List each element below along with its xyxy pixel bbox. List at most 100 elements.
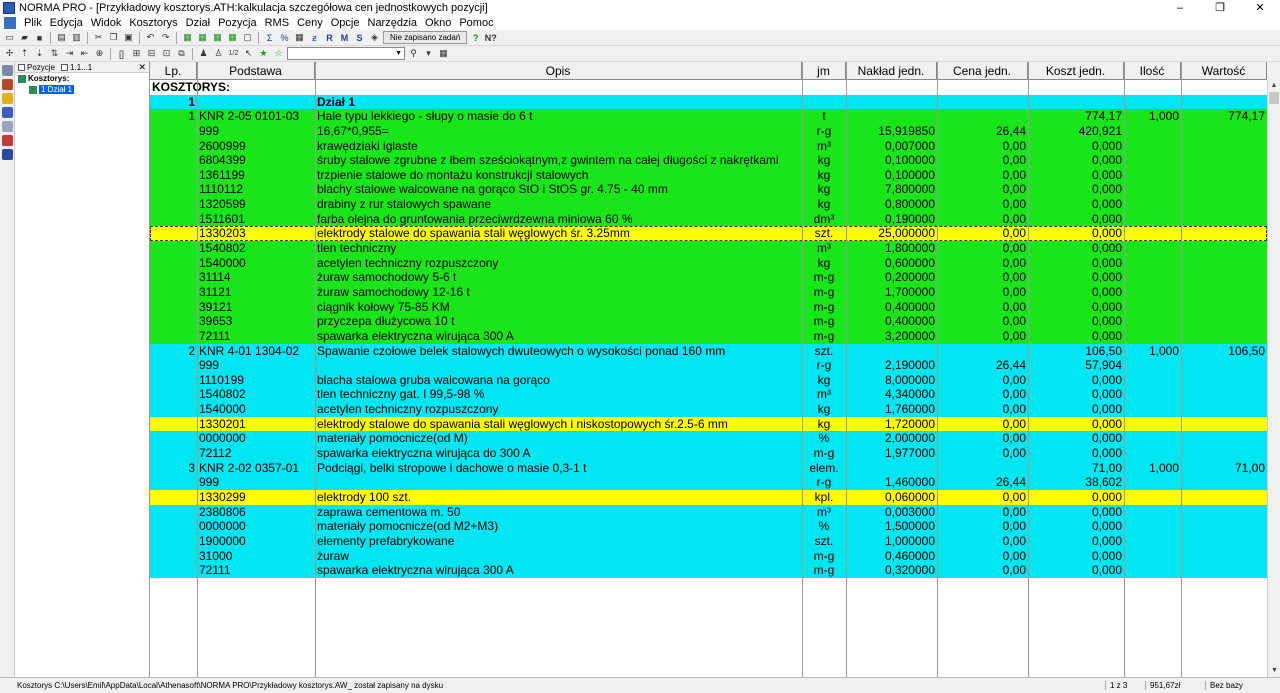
table-row[interactable]: 72111 spawarka elektryczna wirująca 300 A… bbox=[150, 563, 1267, 578]
table-row[interactable]: 1 Dział 1 bbox=[150, 94, 1267, 110]
cell-opis[interactable]: acetylen techniczny rozpuszczony bbox=[315, 402, 802, 417]
cell-jm[interactable]: szt. bbox=[802, 344, 846, 359]
cell-koszt[interactable]: 0,000 bbox=[1028, 285, 1124, 300]
table-row[interactable]: 1110199 blacha stalowa gruba walcowana na… bbox=[150, 372, 1267, 388]
cell-ilosc[interactable] bbox=[1124, 226, 1181, 241]
cell-podstawa[interactable]: 2600999 bbox=[197, 139, 315, 154]
cell-ilosc[interactable] bbox=[1124, 197, 1181, 212]
report-icon[interactable]: ▦ bbox=[226, 32, 239, 44]
table-row[interactable]: 1540802 tlen techniczny m³ 1,800000 0,00 0,00… bbox=[150, 241, 1267, 256]
cell-naklad[interactable]: 0,400000 bbox=[846, 300, 937, 315]
cell-cena[interactable]: 0,00 bbox=[937, 519, 1028, 534]
sum-icon[interactable]: Σ bbox=[263, 32, 276, 44]
cell-koszt[interactable]: 0,000 bbox=[1028, 314, 1124, 329]
cell-opis[interactable]: drabiny z rur stalowych spawane bbox=[315, 197, 802, 212]
table-row[interactable]: KOSZTORYS: bbox=[150, 80, 1267, 95]
cell-lp[interactable] bbox=[150, 182, 197, 197]
col-naklad[interactable]: Nakład jedn. bbox=[846, 62, 937, 79]
cell-opis[interactable]: acetylen techniczny rozpuszczony bbox=[315, 256, 802, 271]
cell-opis[interactable]: elektrody stalowe do spawania stali węgl… bbox=[315, 417, 802, 432]
cell-wartosc[interactable] bbox=[1181, 505, 1267, 520]
person-icon[interactable]: ♙ bbox=[212, 48, 225, 60]
cell-lp[interactable] bbox=[150, 270, 197, 285]
cell-ilosc[interactable] bbox=[1124, 314, 1181, 329]
scroll-up-icon[interactable]: ▲ bbox=[1268, 80, 1280, 92]
cell-opis[interactable]: spawarka elektryczna wirująca 300 A bbox=[315, 563, 802, 578]
cell-wartosc[interactable] bbox=[1181, 182, 1267, 197]
cell-jm[interactable]: % bbox=[802, 431, 846, 446]
cell-ilosc[interactable] bbox=[1124, 329, 1181, 344]
cell-podstawa[interactable]: 1900000 bbox=[197, 534, 315, 549]
sheet-icon[interactable]: ▦ bbox=[196, 32, 209, 44]
cell-lp[interactable]: 1 bbox=[150, 109, 197, 124]
outdent-icon[interactable]: ⇤ bbox=[78, 48, 91, 60]
table-row[interactable]: 1330299 elektrody 100 szt. kpl. 0,060000 0,0… bbox=[150, 489, 1267, 505]
cell-ilosc[interactable] bbox=[1124, 241, 1181, 256]
cell-ilosc[interactable]: 1,000 bbox=[1124, 461, 1181, 476]
cell-naklad[interactable]: 0,190000 bbox=[846, 212, 937, 227]
table-row[interactable]: 1540802 tlen techniczny gat. I 99,5-98 % m… bbox=[150, 387, 1267, 403]
cell-naklad[interactable]: 1,977000 bbox=[846, 446, 937, 461]
cell-cena[interactable]: 0,00 bbox=[937, 329, 1028, 344]
menu-pomoc[interactable]: Pomoc bbox=[455, 17, 497, 29]
cell-jm[interactable] bbox=[802, 95, 846, 110]
cell-lp[interactable] bbox=[150, 431, 197, 446]
cell-naklad[interactable]: 1,460000 bbox=[846, 475, 937, 490]
cell-jm[interactable]: m-g bbox=[802, 549, 846, 564]
calc-side-icon[interactable] bbox=[2, 149, 13, 160]
cell-wartosc[interactable] bbox=[1181, 431, 1267, 446]
book-icon[interactable] bbox=[2, 79, 13, 90]
cell-wartosc[interactable] bbox=[1181, 226, 1267, 241]
cell-opis[interactable] bbox=[315, 475, 802, 490]
cell-jm[interactable]: kg bbox=[802, 373, 846, 388]
cell-podstawa[interactable]: KNR 2-02 0357-01 bbox=[197, 461, 315, 476]
table-row[interactable]: 1330203 elektrody stalowe do spawania sta… bbox=[150, 226, 1267, 242]
save-status-button[interactable]: Nie zapisano zadań bbox=[383, 31, 468, 44]
cell-wartosc[interactable] bbox=[1181, 534, 1267, 549]
tools-icon[interactable] bbox=[2, 135, 13, 146]
cell-opis[interactable]: żuraw bbox=[315, 549, 802, 564]
col-cena[interactable]: Cena jedn. bbox=[937, 62, 1028, 79]
cell-podstawa[interactable]: 2380806 bbox=[197, 505, 315, 520]
cell-lp[interactable] bbox=[150, 197, 197, 212]
cell-cena[interactable]: 0,00 bbox=[937, 226, 1028, 241]
cell-jm[interactable]: m³ bbox=[802, 505, 846, 520]
star-icon[interactable]: ★ bbox=[257, 48, 270, 60]
cell-wartosc[interactable] bbox=[1181, 95, 1267, 110]
cell-podstawa[interactable]: 31000 bbox=[197, 549, 315, 564]
cell-cena[interactable]: 0,00 bbox=[937, 402, 1028, 417]
cell-koszt[interactable]: 420,921 bbox=[1028, 124, 1124, 139]
col-wartosc[interactable]: Wartość bbox=[1181, 62, 1267, 79]
cell-koszt[interactable]: 0,000 bbox=[1028, 519, 1124, 534]
monitor-icon[interactable]: ▢ bbox=[241, 32, 254, 44]
table-row[interactable]: 39121 ciągnik kołowy 75-85 KM m-g 0,400000 0… bbox=[150, 299, 1267, 315]
table-row[interactable]: 1900000 elementy prefabrykowane szt. 1,0000… bbox=[150, 533, 1267, 549]
cell-naklad[interactable] bbox=[846, 80, 937, 95]
star-outline-icon[interactable]: ☆ bbox=[272, 48, 285, 60]
cell-lp[interactable] bbox=[150, 505, 197, 520]
table-row[interactable]: 1540000 acetylen techniczny rozpuszczony k… bbox=[150, 402, 1267, 417]
cell-lp[interactable] bbox=[150, 490, 197, 505]
menu-rms[interactable]: RMS bbox=[261, 17, 293, 29]
cell-lp[interactable] bbox=[150, 153, 197, 168]
cell-cena[interactable]: 0,00 bbox=[937, 387, 1028, 402]
cell-opis[interactable]: przyczepa dłużycowa 10 t bbox=[315, 314, 802, 329]
cell-ilosc[interactable] bbox=[1124, 80, 1181, 95]
table-row[interactable]: 1330201 elektrody stalowe do spawania sta… bbox=[150, 416, 1267, 432]
insert-row-icon[interactable]: ✢ bbox=[3, 48, 16, 60]
cell-ilosc[interactable] bbox=[1124, 534, 1181, 549]
menu-opcje[interactable]: Opcje bbox=[327, 17, 364, 29]
cell-koszt[interactable]: 0,000 bbox=[1028, 431, 1124, 446]
cell-cena[interactable]: 0,00 bbox=[937, 300, 1028, 315]
cell-ilosc[interactable] bbox=[1124, 124, 1181, 139]
col-lp[interactable]: Lp. bbox=[150, 62, 197, 79]
cell-cena[interactable]: 0,00 bbox=[937, 153, 1028, 168]
cell-jm[interactable]: kg bbox=[802, 402, 846, 417]
cell-koszt[interactable]: 71,00 bbox=[1028, 461, 1124, 476]
cell-wartosc[interactable] bbox=[1181, 358, 1267, 373]
table-row[interactable]: 2 KNR 4-01 1304-02 Spawanie czołowe belek … bbox=[150, 343, 1267, 359]
cell-koszt[interactable]: 0,000 bbox=[1028, 226, 1124, 241]
cell-koszt[interactable]: 0,000 bbox=[1028, 490, 1124, 505]
cell-koszt[interactable]: 0,000 bbox=[1028, 197, 1124, 212]
cell-wartosc[interactable] bbox=[1181, 124, 1267, 139]
